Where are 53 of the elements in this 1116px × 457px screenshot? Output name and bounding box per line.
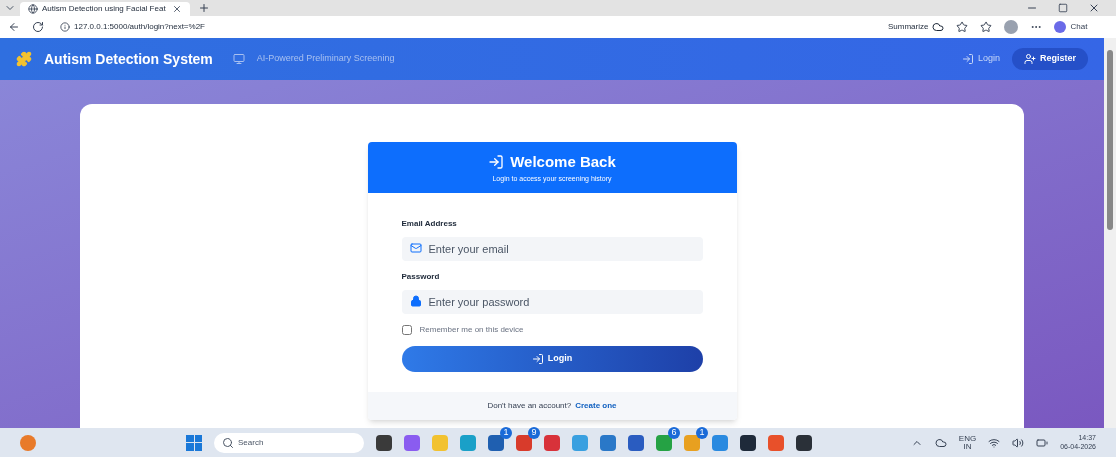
field-label: Email Address [401, 218, 458, 230]
start-icon[interactable] [186, 434, 202, 451]
cloud-icon[interactable] [934, 436, 947, 449]
app-icon[interactable] [628, 434, 644, 451]
close-icon[interactable] [172, 4, 182, 14]
register-button[interactable]: Register [1012, 48, 1088, 70]
maximize-icon[interactable] [1058, 3, 1068, 13]
globe-icon [28, 4, 38, 14]
user-plus-icon [1024, 53, 1036, 65]
close-icon[interactable] [1088, 2, 1100, 14]
login-button[interactable]: Login [401, 346, 703, 372]
app-icon[interactable] [376, 434, 392, 451]
info-icon [60, 22, 70, 32]
back-icon[interactable] [8, 21, 20, 33]
volume-icon[interactable] [1012, 436, 1025, 449]
favorite-icon[interactable] [956, 21, 969, 33]
app-icon[interactable] [740, 434, 756, 451]
tagline: AI-Powered Preliminary Screening [256, 52, 395, 66]
new-tab-icon[interactable] [198, 2, 210, 14]
scrollbar[interactable] [1104, 38, 1116, 428]
region-label[interactable]: IN [963, 442, 972, 451]
widget-icon[interactable] [20, 434, 36, 451]
chat-button[interactable]: Chat [1054, 21, 1088, 33]
mail-icon [409, 242, 422, 254]
search-field[interactable]: Search [214, 432, 364, 453]
login-title: Welcome Back [488, 151, 616, 174]
battery-icon[interactable] [1036, 436, 1049, 449]
app-icon[interactable] [488, 434, 504, 451]
profile-avatar[interactable] [1004, 20, 1019, 34]
app-icon[interactable] [796, 434, 812, 451]
monitor-icon [232, 53, 245, 65]
remember-label: Remember me on this device [419, 324, 524, 336]
search-icon [222, 436, 234, 449]
browser-tab[interactable]: Autism Detection using Facial Feat [20, 2, 190, 16]
summarize-button[interactable]: Summarize [888, 21, 945, 33]
login-icon [961, 53, 974, 65]
lock-icon [409, 295, 422, 307]
favorites-icon[interactable] [980, 21, 993, 33]
field-label: Password [401, 271, 441, 283]
email-field[interactable]: Enter your email [401, 237, 703, 261]
login-icon [488, 154, 505, 171]
wifi-icon[interactable] [988, 436, 1001, 449]
tab-title: Autism Detection using Facial Feat [42, 3, 166, 15]
login-icon [531, 353, 544, 365]
login-link[interactable]: Login [961, 52, 1000, 66]
password-field[interactable]: Enter your password [401, 290, 703, 314]
language-label[interactable]: ENG [958, 434, 977, 443]
create-account-link[interactable]: Create one [575, 400, 617, 412]
puzzle-icon [16, 51, 32, 67]
brand-title[interactable]: Autism Detection System [44, 48, 213, 70]
remember-checkbox[interactable] [401, 325, 412, 335]
reload-icon[interactable] [32, 21, 44, 33]
footer-text: Don't have an account? [487, 400, 572, 412]
